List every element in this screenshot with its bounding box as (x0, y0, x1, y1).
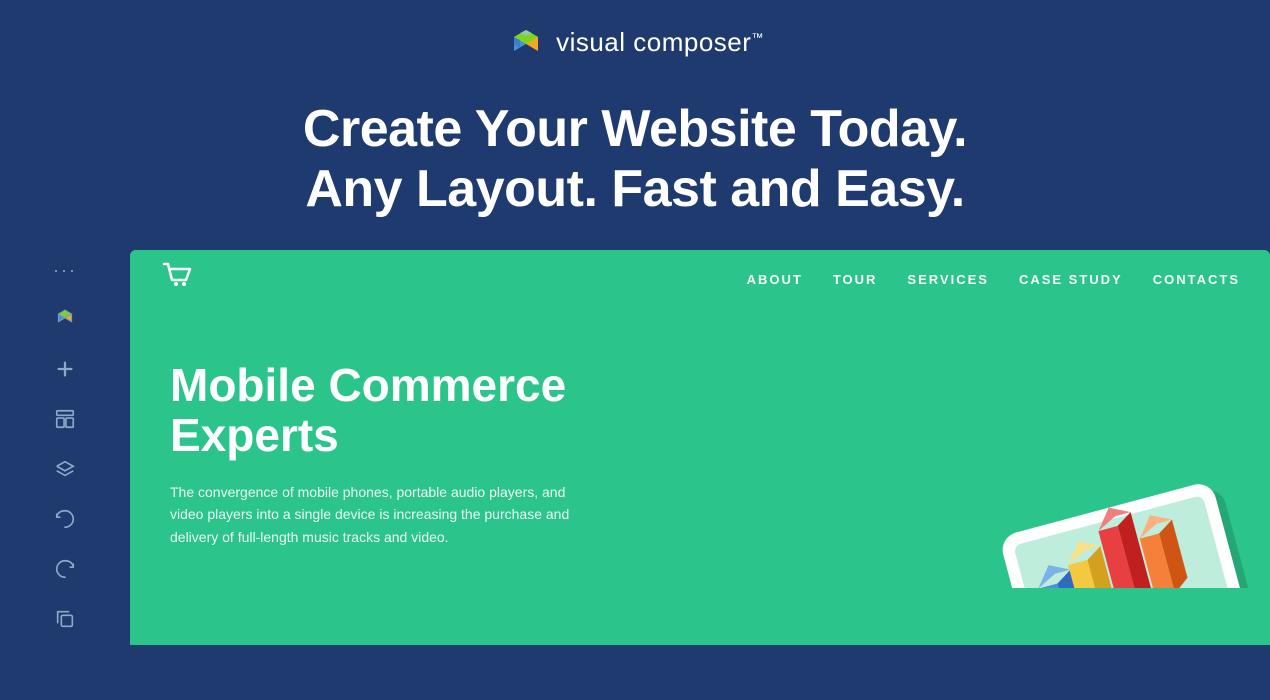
preview-hero: Mobile Commerce Experts The convergence … (130, 310, 1270, 588)
sidebar-logo-icon[interactable] (49, 303, 81, 335)
preview-hero-heading: Mobile Commerce Experts (170, 360, 650, 461)
nav-item-services[interactable]: SERVICES (907, 271, 989, 289)
preview-nav: ABOUT TOUR SERVICES CASE STUDY CONTACTS (130, 250, 1270, 310)
sidebar: ··· (0, 250, 130, 645)
layers-icon[interactable] (49, 453, 81, 485)
template-icon[interactable] (49, 403, 81, 435)
add-element-icon[interactable] (49, 353, 81, 385)
preview-nav-links: ABOUT TOUR SERVICES CASE STUDY CONTACTS (747, 271, 1240, 289)
main-area: ··· (0, 250, 1270, 645)
redo-icon[interactable] (49, 553, 81, 585)
sidebar-dots[interactable]: ··· (53, 260, 77, 281)
preview-window: ABOUT TOUR SERVICES CASE STUDY CONTACTS … (130, 250, 1270, 645)
nav-item-case-study[interactable]: CASE STUDY (1019, 271, 1123, 289)
logo-icon (506, 22, 546, 62)
nav-item-contacts[interactable]: CONTACTS (1153, 271, 1240, 289)
nav-item-tour[interactable]: TOUR (833, 271, 878, 289)
hero-section: Create Your Website Today. Any Layout. F… (0, 80, 1270, 250)
preview-hero-body: The convergence of mobile phones, portab… (170, 481, 570, 548)
duplicate-icon[interactable] (49, 603, 81, 635)
logo-text: visual composer™ (556, 27, 764, 58)
nav-item-about[interactable]: ABOUT (747, 271, 803, 289)
top-header: visual composer™ (0, 0, 1270, 80)
logo-container: visual composer™ (506, 22, 764, 62)
preview-nav-logo (160, 258, 196, 301)
hero-heading: Create Your Website Today. Any Layout. F… (0, 100, 1270, 220)
chart-illustration (900, 328, 1270, 588)
undo-icon[interactable] (49, 503, 81, 535)
